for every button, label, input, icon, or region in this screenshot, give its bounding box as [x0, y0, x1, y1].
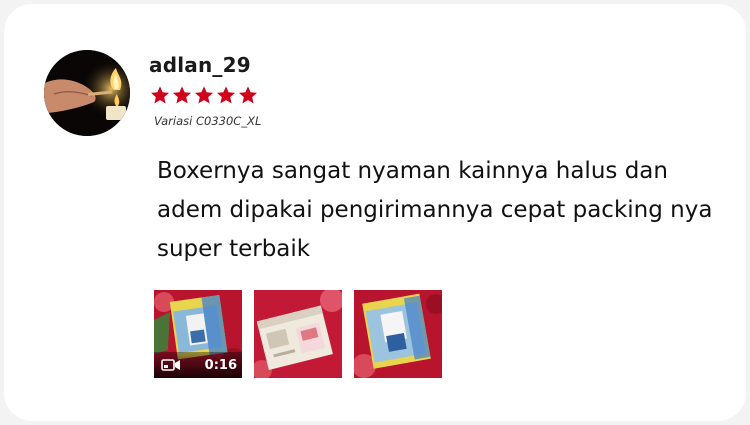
username[interactable]: adlan_29 — [149, 53, 251, 77]
review-photo-thumbnail[interactable] — [354, 290, 442, 378]
review-photo-thumbnail[interactable] — [254, 290, 342, 378]
video-camera-icon — [161, 359, 180, 371]
review-card: adlan_29 Variasi C0330C_XL Boxernya sang… — [4, 4, 746, 421]
user-avatar[interactable] — [44, 50, 130, 136]
product-variation: Variasi C0330C_XL — [154, 114, 262, 128]
review-photo-image — [254, 290, 342, 378]
review-text: Boxernya sangat nyaman kainnya halus dan… — [157, 158, 713, 262]
review-video-thumbnail[interactable]: 0:16 — [154, 290, 242, 378]
video-duration: 0:16 — [204, 358, 237, 373]
star-icon — [151, 86, 169, 104]
star-icon — [239, 86, 257, 104]
star-rating — [150, 85, 258, 105]
review-media-list: 0:16 — [154, 290, 442, 378]
avatar-image — [44, 50, 130, 136]
star-icon — [217, 86, 235, 104]
star-icon — [195, 86, 213, 104]
review-photo-image — [354, 290, 442, 378]
star-icon — [173, 86, 191, 104]
